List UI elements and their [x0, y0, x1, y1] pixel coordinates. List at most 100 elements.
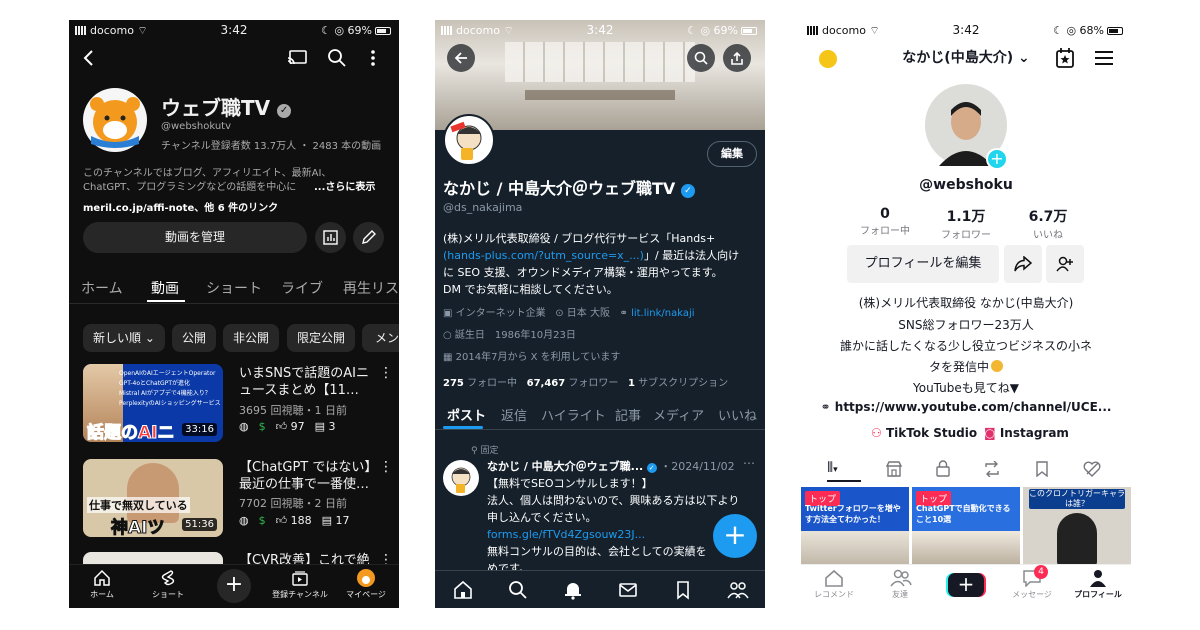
- home-icon: [94, 569, 110, 586]
- tab-media[interactable]: メディア: [653, 405, 704, 424]
- tiktok-phone: docomo ⌔ 3:42 ☾ ◎ 68% なかじ(中島大介) ⌄ + @web…: [801, 20, 1131, 608]
- home-icon[interactable]: [453, 580, 473, 600]
- nav-messages[interactable]: メッセージ: [999, 589, 1065, 600]
- back-button[interactable]: [447, 44, 475, 72]
- favorites-icon[interactable]: [1035, 461, 1051, 477]
- plus-icon: +: [990, 149, 1004, 168]
- video-thumbnail[interactable]: OpenAIのAIエージェントOperator GPT-4oとChatGPTが進…: [83, 364, 223, 442]
- filter-members[interactable]: メン: [362, 324, 399, 352]
- location-icon: ⊙: [555, 308, 564, 319]
- nav-friends[interactable]: 友達: [867, 589, 933, 600]
- notifications-icon[interactable]: [563, 580, 583, 600]
- more-icon[interactable]: [369, 48, 377, 68]
- share-profile-button[interactable]: [1004, 245, 1042, 283]
- stat-followers[interactable]: 1.1万 フォロワー: [936, 206, 996, 241]
- video-thumbnail[interactable]: 仕事で無双している 神AIツ 51:36: [83, 459, 223, 537]
- nav-subscriptions[interactable]: 登録チャンネル: [267, 569, 333, 600]
- edit-button[interactable]: [353, 222, 384, 253]
- nav-my-page[interactable]: マイページ: [333, 569, 399, 600]
- tab-playlists[interactable]: 再生リス: [343, 278, 399, 298]
- analytics-icon: [323, 230, 338, 245]
- tab-likes[interactable]: いいね: [718, 405, 757, 424]
- compose-button[interactable]: +: [713, 514, 757, 558]
- tab-live[interactable]: ライブ: [281, 278, 323, 298]
- bio-link[interactable]: (hands-plus.com/?utm_source=x_...): [443, 249, 644, 262]
- tab-videos[interactable]: 動画: [151, 278, 179, 298]
- video-menu-icon[interactable]: ⋮: [379, 365, 393, 381]
- add-friend-button[interactable]: [1046, 245, 1084, 283]
- cast-icon[interactable]: [287, 50, 307, 66]
- nav-shorts[interactable]: ショート: [135, 569, 201, 600]
- repost-icon[interactable]: [983, 461, 1001, 477]
- tab-shorts[interactable]: ショート: [206, 278, 262, 298]
- search-icon[interactable]: [508, 580, 528, 600]
- pencil-icon: [362, 230, 376, 244]
- tab-posts[interactable]: ポスト: [447, 405, 486, 424]
- display-name-switcher[interactable]: なかじ(中島大介) ⌄: [801, 47, 1131, 67]
- grid-video[interactable]: トップ ChatGPTで自動化できること10選: [912, 487, 1020, 566]
- filter-private[interactable]: 非公開: [223, 324, 279, 352]
- youtube-phone: docomo ⌔ 3:42 ☾ ◎ 69% ウェブ職TV ✓ @webshoku…: [69, 20, 399, 608]
- video-title[interactable]: 【ChatGPT ではない】最近の仕事で一番使…: [239, 459, 379, 493]
- plus-icon: +: [217, 569, 251, 603]
- tab-highlights[interactable]: ハイライト: [541, 405, 606, 424]
- menu-icon[interactable]: [1094, 50, 1114, 66]
- bookmarks-icon[interactable]: [673, 580, 693, 600]
- add-avatar-button[interactable]: +: [986, 148, 1008, 170]
- verified-icon: ✓: [646, 463, 657, 473]
- creator-tools-icon[interactable]: [1055, 47, 1075, 69]
- tab-replies[interactable]: 返信: [501, 405, 527, 424]
- search-button[interactable]: [687, 44, 715, 72]
- video-menu-icon[interactable]: ⋮: [379, 459, 393, 475]
- shop-icon[interactable]: [886, 461, 902, 477]
- lock-icon[interactable]: [935, 460, 951, 477]
- comment-icon: ▤ 3: [314, 420, 336, 433]
- tab-articles[interactable]: 記事: [615, 405, 641, 424]
- globe-icon: ◍: [239, 420, 249, 433]
- back-arrow-icon: [454, 52, 467, 64]
- nav-create[interactable]: +: [946, 573, 986, 597]
- subscriptions-link[interactable]: サブスクリプション: [638, 378, 728, 389]
- back-icon[interactable]: [81, 48, 97, 68]
- nav-home[interactable]: ホーム: [69, 569, 135, 600]
- status-bar: docomo ⌔ 3:42 ☾ ◎ 69%: [69, 20, 399, 42]
- video-title[interactable]: いまSNSで話題のAIニュースまとめ【11…: [239, 365, 379, 399]
- profile-link[interactable]: lit.link/nakaji: [631, 308, 694, 319]
- edit-profile-button[interactable]: プロフィールを編集: [847, 245, 999, 283]
- tiktok-studio-link[interactable]: ⚇ TikTok Studio: [871, 426, 977, 440]
- post-header: なかじ / 中島大介＠ウェブ職... ✓ ・2024/11/02: [487, 460, 735, 473]
- nav-recommend[interactable]: レコメンド: [801, 589, 867, 600]
- share-button[interactable]: [723, 44, 751, 72]
- x-phone: docomo ⌔ 3:42 ☾ ◎ 69% 編集 なかじ / 中島大介＠ウェブ職…: [435, 20, 765, 608]
- message-badge: 4: [1034, 565, 1048, 579]
- stat-following[interactable]: 0 フォロー中: [856, 206, 914, 237]
- bio-link[interactable]: ⚭ https://www.youtube.com/channel/UCE...: [801, 400, 1131, 414]
- liked-icon[interactable]: [1083, 461, 1101, 477]
- search-icon[interactable]: [327, 48, 347, 68]
- manage-videos-button[interactable]: 動画を管理: [83, 222, 307, 253]
- instagram-link[interactable]: ◙ Instagram: [984, 426, 1069, 440]
- edit-profile-button[interactable]: 編集: [707, 141, 757, 167]
- like-icon: 👍︎ 97: [275, 420, 305, 433]
- tab-home[interactable]: ホーム: [81, 278, 123, 298]
- post-link[interactable]: forms.gle/fTVd4Zgsouw23J...: [487, 526, 739, 543]
- nav-create[interactable]: +: [201, 569, 267, 603]
- tab-videos[interactable]: ⦀▾: [827, 460, 838, 476]
- communities-icon[interactable]: [727, 580, 749, 600]
- bottom-nav: [435, 570, 765, 608]
- analytics-button[interactable]: [315, 222, 346, 253]
- filter-sort-dropdown[interactable]: 新しい順 ⌄: [83, 324, 165, 352]
- grid-video[interactable]: トップ Twitterフォロワーを増やす方法全てわかった！: [801, 487, 909, 566]
- show-more-link[interactable]: ...さらに表示: [314, 178, 375, 193]
- following-link[interactable]: フォロー中: [467, 378, 517, 389]
- stat-likes[interactable]: 6.7万 いいね: [1019, 206, 1077, 241]
- messages-icon[interactable]: [618, 580, 638, 600]
- filter-public[interactable]: 公開: [172, 324, 216, 352]
- post-more-icon[interactable]: ⋯: [743, 456, 755, 470]
- followers-link[interactable]: フォロワー: [568, 378, 618, 389]
- grid-video[interactable]: このクロノトリガーキャラは誰？: [1023, 487, 1131, 566]
- screenshot-collage: docomo ⌔ 3:42 ☾ ◎ 69% ウェブ職TV ✓ @webshoku…: [0, 0, 1200, 630]
- channel-links[interactable]: meril.co.jp/affi-note、他 6 件のリンク: [83, 199, 278, 214]
- filter-unlisted[interactable]: 限定公開: [287, 324, 355, 352]
- nav-profile[interactable]: プロフィール: [1065, 589, 1131, 600]
